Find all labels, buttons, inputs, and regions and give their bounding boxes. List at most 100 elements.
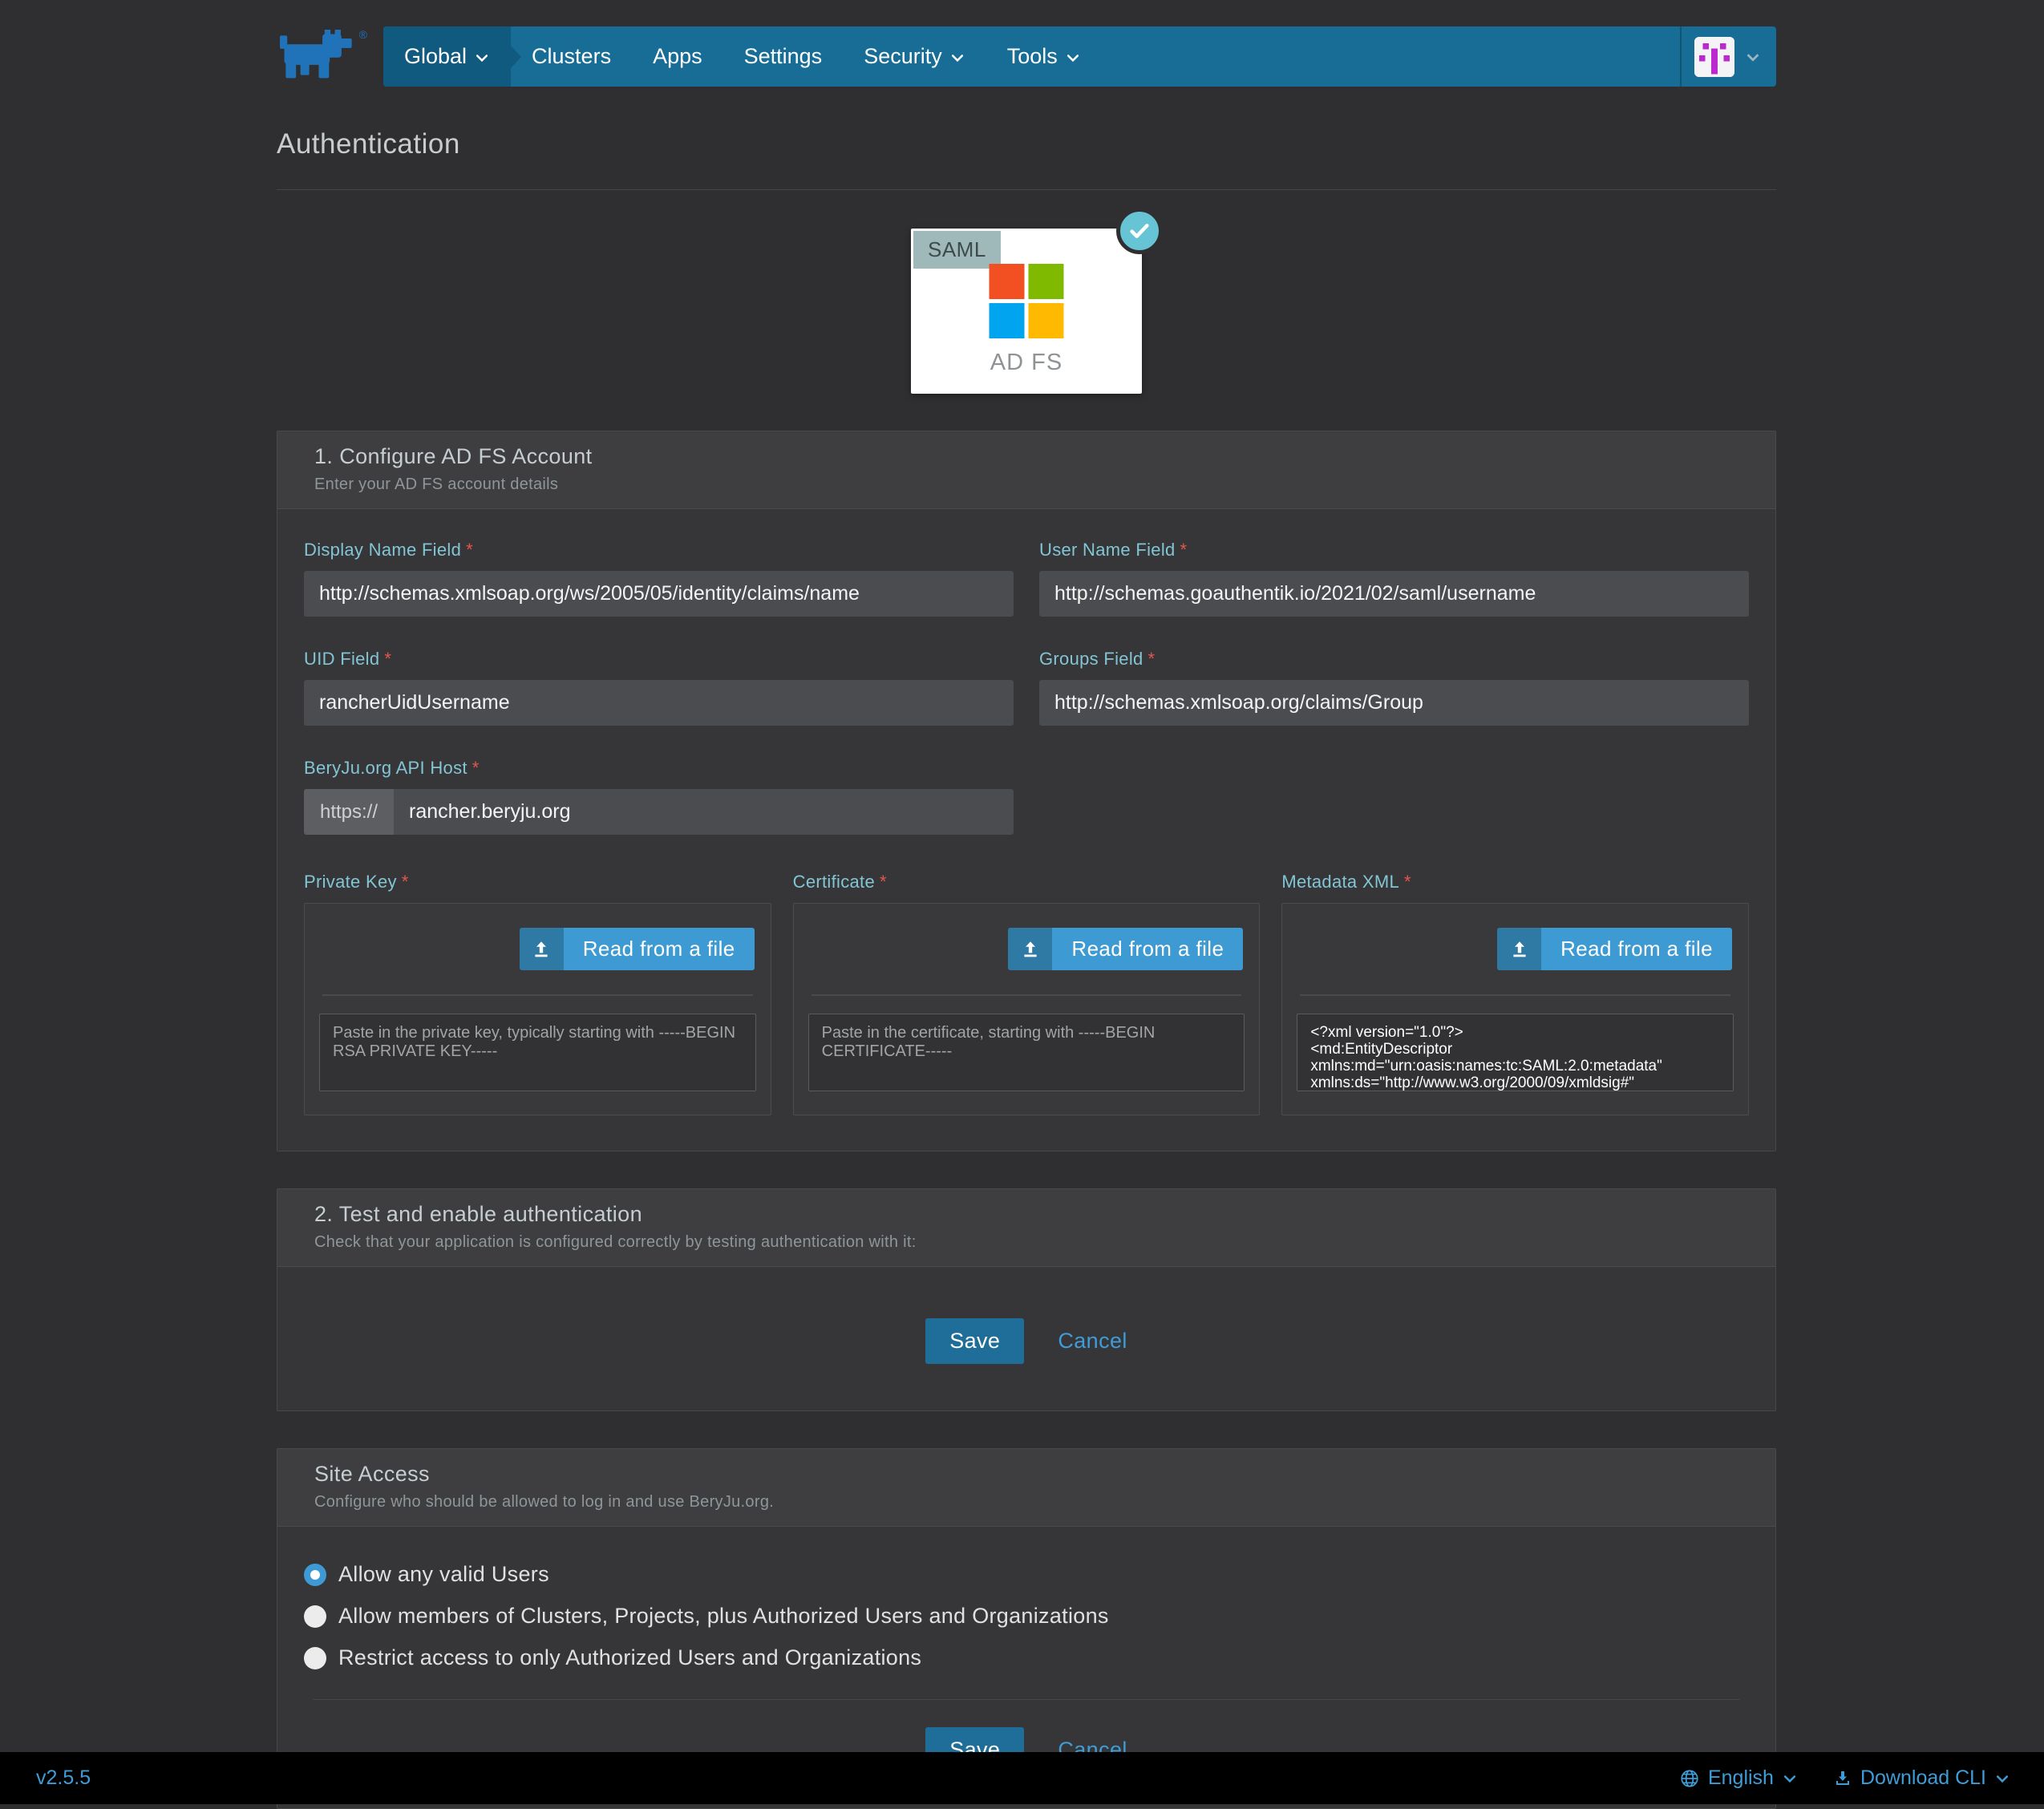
upload-icon <box>520 928 564 970</box>
private-key-read-file-button[interactable]: Read from a file <box>520 928 755 970</box>
language-selector[interactable]: English <box>1679 1767 1798 1790</box>
metadata-xml-textarea[interactable]: <?xml version="1.0"?> <md:EntityDescript… <box>1297 1014 1734 1091</box>
auth-provider-card[interactable]: SAML AD FS <box>911 229 1142 394</box>
display-name-label: Display Name Field* <box>304 540 1014 561</box>
radio-input[interactable] <box>304 1564 326 1586</box>
upload-icon <box>1497 928 1541 970</box>
radio-restrict-access[interactable]: Restrict access to only Authorized Users… <box>304 1645 1749 1670</box>
chevron-down-icon[interactable] <box>1744 48 1762 66</box>
language-label: English <box>1708 1767 1774 1790</box>
file-box-divider <box>1300 994 1730 996</box>
section-test-enable: 2. Test and enable authentication Check … <box>277 1188 1776 1411</box>
title-divider <box>277 189 1776 190</box>
label-text: BeryJu.org API Host <box>304 758 467 778</box>
cow-logo-icon <box>277 30 361 81</box>
label-text: Certificate <box>793 872 875 892</box>
avatar[interactable] <box>1694 37 1734 77</box>
nav-item-label: Global <box>404 44 467 69</box>
saml-badge: SAML <box>913 231 1001 269</box>
radio-input[interactable] <box>304 1647 326 1669</box>
user-name-field-group: User Name Field* <box>1039 540 1749 617</box>
required-asterisk: * <box>466 540 473 560</box>
private-key-label: Private Key* <box>304 872 771 892</box>
chevron-down-icon <box>1782 1771 1798 1787</box>
groups-field-group: Groups Field* <box>1039 649 1749 726</box>
upload-icon <box>1008 928 1052 970</box>
nav-item-label: Security <box>864 44 942 69</box>
metadata-read-file-button[interactable]: Read from a file <box>1497 928 1732 970</box>
nav-item-security[interactable]: Security <box>843 26 986 87</box>
required-asterisk: * <box>880 872 887 892</box>
label-text: User Name Field <box>1039 540 1176 560</box>
chevron-down-icon <box>949 50 965 66</box>
header: ® Global Clusters Apps Settings Security <box>277 0 1776 87</box>
chevron-down-icon <box>1065 50 1081 66</box>
radio-allow-any-valid-users[interactable]: Allow any valid Users <box>304 1562 1749 1587</box>
api-host-field-group: BeryJu.org API Host* https:// <box>304 758 1014 835</box>
version-label[interactable]: v2.5.5 <box>36 1767 91 1790</box>
ms-square-red <box>990 264 1025 299</box>
https-prefix: https:// <box>304 789 394 835</box>
metadata-xml-group: Metadata XML* Read from a file <box>1281 872 1749 1115</box>
required-asterisk: * <box>1148 649 1156 669</box>
section-configure-account: 1. Configure AD FS Account Enter your AD… <box>277 431 1776 1151</box>
nav-item-tools[interactable]: Tools <box>986 26 1102 87</box>
uid-field-group: UID Field* <box>304 649 1014 726</box>
certificate-group: Certificate* Read from a file <box>793 872 1261 1115</box>
certificate-read-file-button[interactable]: Read from a file <box>1008 928 1243 970</box>
groups-input[interactable] <box>1039 680 1749 726</box>
download-icon <box>1833 1769 1852 1788</box>
cancel-link[interactable]: Cancel <box>1058 1329 1127 1354</box>
uid-input[interactable] <box>304 680 1014 726</box>
label-text: UID Field <box>304 649 379 669</box>
chevron-down-icon <box>1994 1771 2010 1787</box>
required-asterisk: * <box>402 872 409 892</box>
ms-square-blue <box>990 303 1025 338</box>
read-file-label: Read from a file <box>564 928 755 970</box>
required-asterisk: * <box>472 758 480 778</box>
file-box-divider <box>322 994 753 996</box>
required-asterisk: * <box>1404 872 1411 892</box>
radio-label: Allow any valid Users <box>338 1562 549 1587</box>
radio-allow-members[interactable]: Allow members of Clusters, Projects, plu… <box>304 1604 1749 1629</box>
groups-label: Groups Field* <box>1039 649 1749 670</box>
selected-check-icon <box>1116 208 1163 254</box>
radio-label: Allow members of Clusters, Projects, plu… <box>338 1604 1109 1629</box>
read-file-label: Read from a file <box>1052 928 1243 970</box>
metadata-xml-box: Read from a file <?xml version="1.0"?> <… <box>1281 903 1749 1115</box>
nav-item-label: Tools <box>1007 44 1058 69</box>
nav-item-apps[interactable]: Apps <box>632 26 723 87</box>
nav-item-label: Clusters <box>532 44 611 69</box>
footer: v2.5.5 English Download CLI <box>0 1752 2044 1804</box>
label-text: Private Key <box>304 872 397 892</box>
user-name-input[interactable] <box>1039 571 1749 617</box>
nav-item-global[interactable]: Global <box>383 26 511 87</box>
section2-header: 2. Test and enable authentication Check … <box>277 1189 1775 1267</box>
api-host-label: BeryJu.org API Host* <box>304 758 1014 779</box>
save-button[interactable]: Save <box>925 1318 1024 1364</box>
display-name-input[interactable] <box>304 571 1014 617</box>
label-text: Display Name Field <box>304 540 461 560</box>
certificate-textarea[interactable] <box>808 1014 1245 1091</box>
site-access-header: Site Access Configure who should be allo… <box>277 1449 1775 1527</box>
radio-input[interactable] <box>304 1605 326 1628</box>
api-host-input[interactable] <box>394 789 1014 835</box>
section2-title: 2. Test and enable authentication <box>314 1202 1738 1227</box>
section1-header: 1. Configure AD FS Account Enter your AD… <box>277 431 1775 509</box>
file-box-divider <box>812 994 1242 996</box>
required-asterisk: * <box>1180 540 1188 560</box>
nav-item-clusters[interactable]: Clusters <box>511 26 632 87</box>
user-menu[interactable] <box>1680 26 1776 87</box>
certificate-box: Read from a file <box>793 903 1261 1115</box>
read-file-label: Read from a file <box>1541 928 1732 970</box>
top-navbar: Global Clusters Apps Settings Security <box>383 26 1776 87</box>
provider-name: AD FS <box>911 350 1142 376</box>
nav-item-settings[interactable]: Settings <box>723 26 844 87</box>
globe-icon <box>1679 1768 1700 1789</box>
rancher-logo[interactable]: ® <box>277 30 361 83</box>
download-cli-menu[interactable]: Download CLI <box>1833 1767 2010 1790</box>
required-asterisk: * <box>384 649 391 669</box>
nav-item-label: Settings <box>744 44 823 69</box>
private-key-textarea[interactable] <box>319 1014 756 1091</box>
section1-title: 1. Configure AD FS Account <box>314 444 1738 469</box>
